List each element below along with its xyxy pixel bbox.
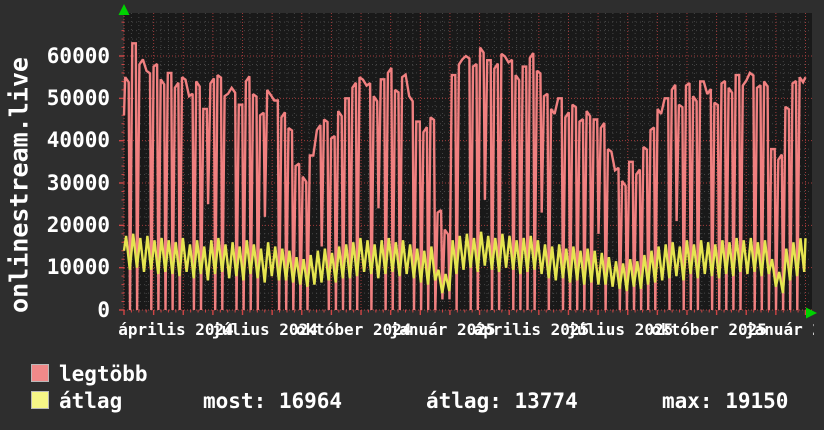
mrtg-graph: onlinestream.live 0100002000030000400005… <box>0 0 824 430</box>
stat-max: max: 19150 <box>662 391 788 412</box>
legend-swatch-atlag <box>31 391 49 409</box>
y-axis-up-arrow-icon <box>119 4 130 15</box>
y-tick-label: 20000 <box>8 215 110 236</box>
legend-swatch-legtobb <box>31 364 49 382</box>
y-tick-label: 60000 <box>8 46 110 67</box>
y-tick-label: 10000 <box>8 257 110 278</box>
y-tick-label: 50000 <box>8 88 110 109</box>
stat-atlag: átlag: 13774 <box>426 391 578 412</box>
legend-label-atlag: átlag <box>59 391 122 412</box>
y-tick-label: 40000 <box>8 130 110 151</box>
legend-label-legtobb: legtöbb <box>59 364 148 385</box>
stat-most: most: 16964 <box>203 391 342 412</box>
y-tick-label: 30000 <box>8 173 110 194</box>
y-tick-label: 0 <box>8 300 110 321</box>
